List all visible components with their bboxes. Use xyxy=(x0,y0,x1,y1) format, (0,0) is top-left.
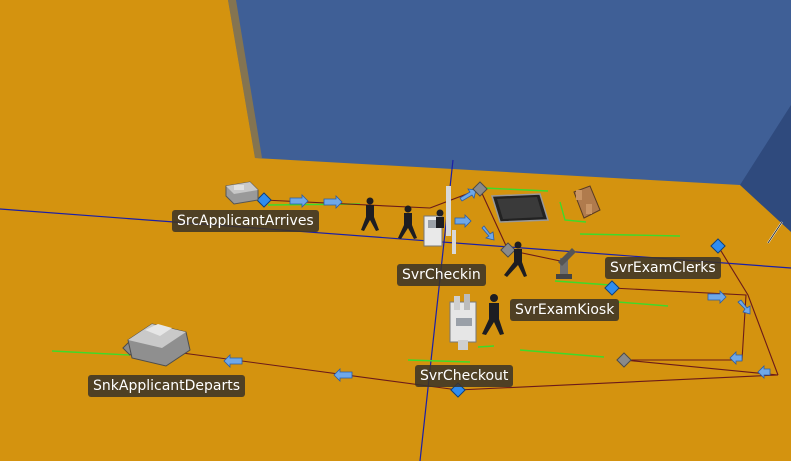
object-label-source[interactable]: SrcApplicantArrives xyxy=(172,210,319,232)
object-label-sink[interactable]: SnkApplicantDeparts xyxy=(88,375,246,397)
exam-mat-icon xyxy=(490,193,550,223)
checkout-station-icon[interactable] xyxy=(449,294,477,350)
back-wall xyxy=(228,0,791,185)
object-label-exam-kiosk[interactable]: SvrExamKiosk xyxy=(510,299,620,321)
object-label-exam-clerks[interactable]: SvrExamClerks xyxy=(605,257,721,279)
simulation-3d-viewport[interactable]: SrcApplicantArrives SvrCheckin SvrExamCl… xyxy=(0,0,791,461)
object-label-checkin[interactable]: SvrCheckin xyxy=(397,264,486,286)
person-icon xyxy=(436,209,444,228)
queue-line xyxy=(477,345,495,348)
source-block-icon[interactable] xyxy=(225,181,259,205)
object-label-checkout[interactable]: SvrCheckout xyxy=(415,365,514,387)
